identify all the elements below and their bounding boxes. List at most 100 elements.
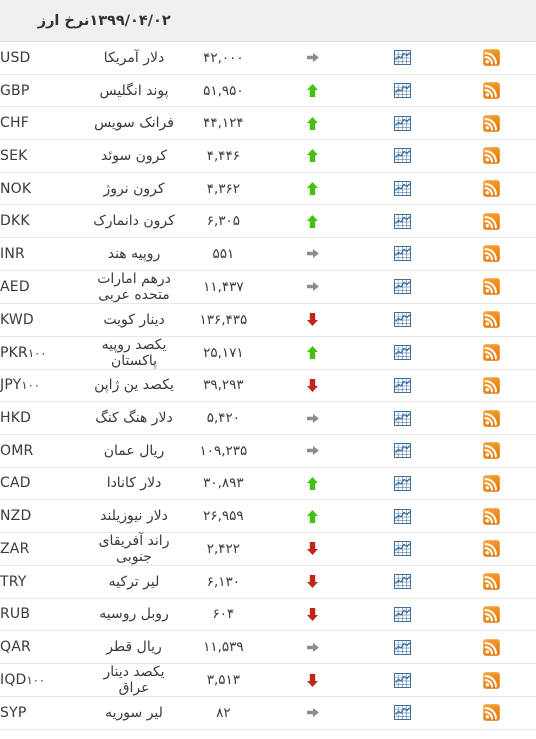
rss-icon[interactable] (482, 540, 500, 558)
chart-icon[interactable] (393, 246, 411, 262)
rate-value: ۴,۴۴۶ (206, 147, 240, 164)
trend-cell (268, 401, 358, 435)
rss-icon[interactable] (482, 344, 500, 361)
rss-icon[interactable] (482, 114, 500, 132)
rss-icon[interactable] (482, 605, 500, 623)
arrow-right-icon (306, 50, 320, 65)
currency-name: یکصد روپیه پاکستان (101, 336, 167, 369)
rate-value: ۱۳۶,۴۳۵ (199, 311, 248, 328)
currency-code: SYP (0, 704, 27, 721)
currency-code-cell: AED (0, 270, 90, 304)
rate-value-cell: ۳۹,۲۹۳ (178, 369, 269, 403)
chart-icon[interactable] (393, 148, 411, 164)
chart-cell (357, 237, 447, 271)
currency-name-cell: روبل روسیه (89, 598, 179, 632)
rate-value-cell: ۵۵۱ (178, 237, 269, 271)
arrow-down-icon (306, 673, 319, 688)
rss-icon[interactable] (482, 212, 500, 230)
rate-value-cell: ۱۰۹,۲۳۵ (178, 434, 269, 468)
rss-icon[interactable] (482, 245, 500, 263)
chart-icon[interactable] (393, 279, 411, 295)
chart-icon[interactable] (393, 443, 411, 459)
currency-code-cell: CAD (0, 467, 90, 501)
table-row: ۴,۴۴۶ کرون سوئد SEK (0, 139, 536, 173)
chart-icon[interactable] (393, 639, 411, 655)
arrow-up-icon (306, 509, 319, 524)
chart-cell (357, 139, 447, 173)
currency-code-suffix: ۱۰۰ (26, 673, 46, 687)
chart-icon[interactable] (393, 475, 411, 491)
rss-icon[interactable] (482, 638, 500, 656)
chart-icon[interactable] (393, 312, 411, 328)
rss-icon[interactable] (482, 49, 500, 67)
currency-code-cell: RUB (0, 598, 90, 632)
rss-cell (446, 172, 536, 206)
chart-icon[interactable] (393, 606, 411, 622)
rss-icon[interactable] (482, 311, 500, 329)
chart-icon[interactable] (393, 115, 411, 131)
rss-icon[interactable] (482, 82, 500, 100)
arrow-up-icon (306, 181, 319, 196)
table-row: ۳,۵۱۳ یکصد دینار عراق IQD۱۰۰ (0, 663, 536, 697)
rss-icon[interactable] (482, 474, 500, 492)
currency-name: روبل روسیه (99, 606, 169, 623)
chart-icon[interactable] (393, 50, 411, 66)
chart-icon[interactable] (393, 705, 411, 721)
chart-cell (357, 204, 447, 239)
rss-icon[interactable] (482, 180, 500, 198)
currency-code: RUB (0, 606, 31, 623)
currency-name-cell: یکصد ین ژاپن (89, 369, 179, 403)
currency-code: NOK (0, 180, 32, 197)
rss-cell (446, 369, 536, 403)
table-row: ۳۹,۲۹۳ یکصد ین ژاپن JPY۱۰۰ (0, 369, 536, 403)
rss-cell (446, 499, 536, 533)
currency-code-cell: CHF (0, 106, 90, 141)
currency-code-cell: TRY (0, 565, 90, 599)
rss-icon[interactable] (482, 704, 500, 722)
rate-value: ۳۰,۸۹۳ (203, 475, 244, 492)
rss-cell (446, 106, 536, 141)
chart-icon[interactable] (393, 345, 411, 360)
chart-icon[interactable] (393, 181, 411, 197)
currency-name-cell: لیر سوریه (89, 696, 179, 730)
rss-icon[interactable] (482, 671, 500, 689)
rate-value-cell: ۴۲,۰۰۰ (178, 41, 269, 75)
trend-cell (268, 663, 358, 697)
chart-icon[interactable] (393, 508, 411, 524)
currency-code-suffix: ۱۰۰ (27, 345, 47, 360)
chart-icon[interactable] (393, 410, 411, 426)
trend-cell (268, 696, 358, 730)
chart-icon[interactable] (393, 213, 411, 229)
rss-icon[interactable] (482, 573, 500, 591)
rss-icon[interactable] (482, 278, 500, 296)
trend-cell (268, 369, 358, 403)
rss-icon[interactable] (482, 147, 500, 165)
currency-name-cell: فرانک سویس (89, 106, 179, 141)
trend-cell (268, 630, 358, 664)
arrow-down-icon (306, 541, 319, 556)
rss-icon[interactable] (482, 376, 500, 394)
rss-icon[interactable] (482, 409, 500, 427)
chart-icon[interactable] (393, 672, 411, 688)
currency-code-cell: DKK (0, 204, 90, 239)
chart-icon[interactable] (393, 574, 411, 590)
rate-value: ۱۰۹,۲۳۵ (199, 442, 248, 459)
currency-code-cell: SYP (0, 696, 90, 730)
currency-name-cell: لیر ترکیه (89, 565, 179, 599)
chart-icon[interactable] (393, 377, 411, 393)
arrow-up-icon (306, 345, 319, 360)
currency-name: یکصد ین ژاپن (94, 377, 174, 394)
trend-cell (268, 74, 358, 108)
chart-icon[interactable] (393, 83, 411, 99)
currency-code: SEK (0, 147, 28, 164)
rss-icon[interactable] (482, 442, 500, 460)
currency-code-cell: PKR۱۰۰ (0, 336, 90, 370)
rss-icon[interactable] (482, 507, 500, 525)
table-row: ۲,۴۲۲ راند آفریقای جنوبی ZAR (0, 532, 536, 566)
table-row: ۵۱,۹۵۰ پوند انگلیس GBP (0, 74, 536, 108)
chart-icon[interactable] (393, 541, 411, 557)
currency-code-cell: NZD (0, 499, 90, 533)
table-row: ۳۰,۸۹۳ دلار کانادا CAD (0, 467, 536, 501)
currency-name: دلار هنگ کنگ (95, 410, 173, 427)
currency-name: کرون دانمارک (93, 213, 175, 230)
